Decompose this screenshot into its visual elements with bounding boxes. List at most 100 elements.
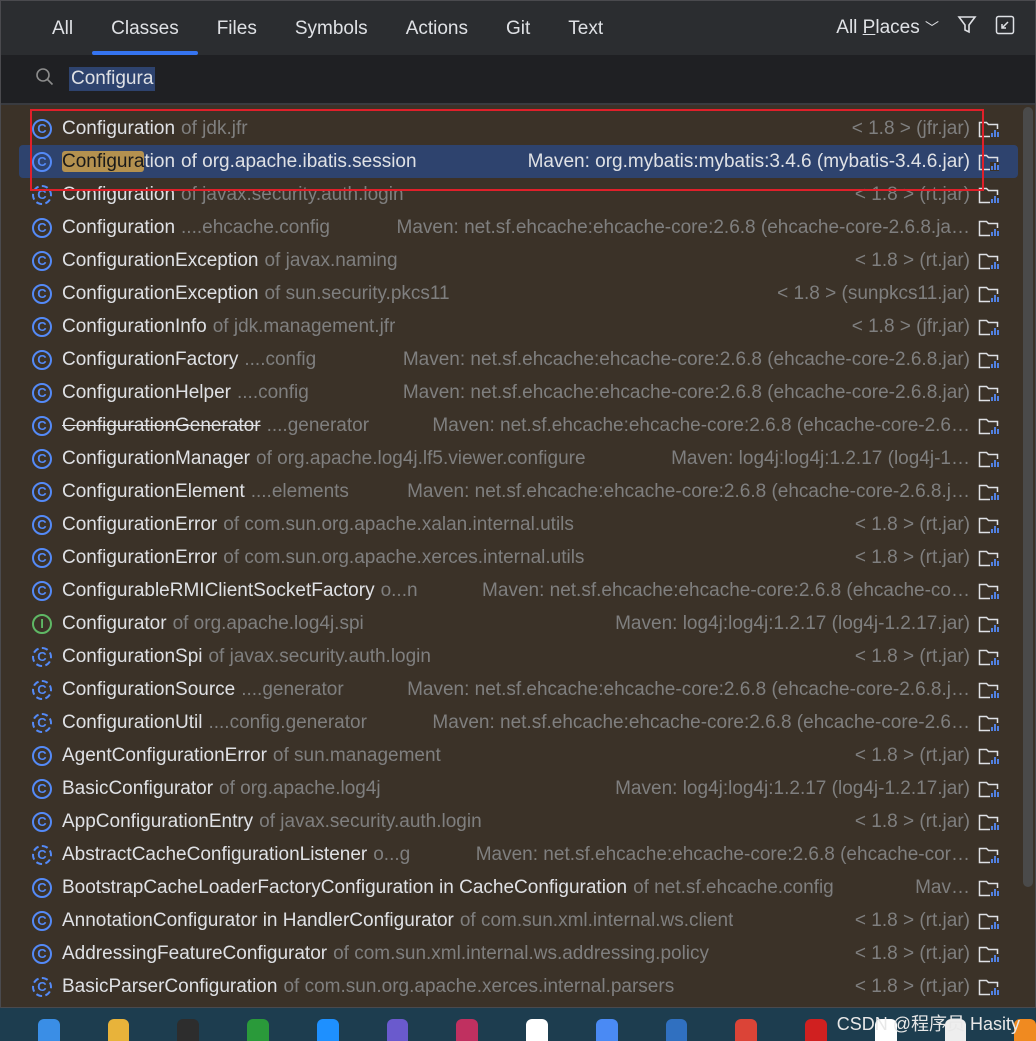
result-row[interactable]: C BasicParserConfiguration of com.sun.org.… xyxy=(1,970,1018,1003)
result-row[interactable]: C BasicConfigurator of org.apache.log4j Mav… xyxy=(1,772,1018,805)
result-name: Configuration xyxy=(62,216,176,238)
qq-icon[interactable] xyxy=(456,1019,479,1041)
result-package: of com.sun.xml.internal.ws.addressing.po… xyxy=(333,942,710,964)
library-folder-icon xyxy=(978,779,1000,799)
chrome-icon[interactable] xyxy=(665,1019,688,1041)
result-row[interactable]: I Configurator of org.apache.log4j.spi Mave… xyxy=(1,607,1018,640)
class-icon: C xyxy=(32,910,52,931)
result-row[interactable]: C ConfigurableRMIClientSocketFactory o...n… xyxy=(1,574,1018,607)
class-icon: C xyxy=(32,745,52,766)
result-location: < 1.8 > (rt.jar) xyxy=(854,909,970,931)
result-row[interactable]: C AbstractCacheConfigurationListener o...g… xyxy=(1,838,1018,871)
result-row[interactable]: C ConfigurationUtil ....config.generator Ma… xyxy=(1,706,1018,739)
result-row[interactable]: C ConfigurationException of javax.naming < … xyxy=(1,244,1018,277)
class-icon: C xyxy=(32,382,52,403)
result-row[interactable]: C ConfigurationHelper ....config Maven: net… xyxy=(1,376,1018,409)
result-row[interactable]: C Configuration of javax.security.auth.log… xyxy=(1,178,1018,211)
library-folder-icon xyxy=(978,515,1000,535)
search-input[interactable]: Configura xyxy=(69,67,156,91)
result-row[interactable]: C BootstrapCacheLoaderFactoryConfiguratio… xyxy=(1,871,1018,904)
result-package: of org.apache.log4j.spi xyxy=(172,612,364,634)
watermark: CSDN @程序员 Hasity xyxy=(836,1014,1020,1034)
library-folder-icon xyxy=(978,284,1000,304)
result-location: Maven: log4j:log4j:1.2.17 (log4j-1… xyxy=(671,447,970,469)
library-folder-icon xyxy=(978,119,1000,139)
search-everywhere-popup: All Classes Files Symbols Actions Git Text All… xyxy=(0,0,1036,1008)
class-icon: C xyxy=(32,151,52,172)
result-package: ....generator xyxy=(241,678,344,700)
library-folder-icon xyxy=(978,647,1000,667)
library-folder-icon xyxy=(978,416,1000,436)
result-row[interactable]: C AddressingFeatureConfigurator of com.sun… xyxy=(1,937,1018,970)
file-explorer-icon[interactable] xyxy=(38,1019,60,1041)
result-name: AppConfigurationEntry xyxy=(62,810,254,832)
result-row[interactable]: C ConfigurationError of com.sun.org.apache… xyxy=(1,541,1018,574)
scope-dropdown[interactable]: All Places ﹀ xyxy=(836,17,939,39)
library-folder-icon xyxy=(978,185,1000,205)
result-row[interactable]: C Configuration of jdk.jfr < 1.8 > (jfr.jar… xyxy=(1,112,1018,145)
class-icon: C xyxy=(32,250,52,271)
result-row[interactable]: C ConfigurationException of sun.security.p… xyxy=(1,277,1018,310)
result-name: ConfigurationSpi xyxy=(62,645,203,667)
tab-all[interactable]: All xyxy=(33,1,92,55)
intellij-icon[interactable] xyxy=(386,1019,409,1041)
class-icon: C xyxy=(32,646,52,667)
app-icon[interactable] xyxy=(526,1019,548,1041)
open-in-window-icon[interactable] xyxy=(995,15,1015,41)
library-folder-icon xyxy=(978,548,1000,568)
library-folder-icon xyxy=(978,680,1000,700)
result-row[interactable]: C AppConfigurationEntry of javax.security.… xyxy=(1,805,1018,838)
class-icon: C xyxy=(32,316,52,337)
result-package: of javax.naming xyxy=(264,249,398,271)
app-icon[interactable] xyxy=(595,1019,618,1041)
class-icon: C xyxy=(32,415,52,436)
result-row[interactable]: C ConfigurationFactory ....config Maven: ne… xyxy=(1,343,1018,376)
app-icon[interactable] xyxy=(735,1019,758,1041)
result-location: < 1.8 > (rt.jar) xyxy=(854,810,970,832)
result-row[interactable]: C Configuration ....ehcache.config Maven: n… xyxy=(1,211,1018,244)
result-row[interactable]: C ConfigurationSource ....generator Maven: … xyxy=(1,673,1018,706)
app-icon[interactable] xyxy=(316,1019,339,1041)
result-row[interactable]: C ConfigurationInfo of jdk.management.jfr <… xyxy=(1,310,1018,343)
result-row[interactable]: C ConfigurationSpi of javax.security.auth.… xyxy=(1,640,1018,673)
library-folder-icon xyxy=(978,152,1000,172)
result-package: of javax.security.auth.login xyxy=(208,645,431,667)
result-location: < 1.8 > (sunpkcs11.jar) xyxy=(777,282,970,304)
result-package: ....ehcache.config xyxy=(181,216,330,238)
class-icon: C xyxy=(32,349,52,370)
result-package: of net.sf.ehcache.config xyxy=(633,876,834,898)
library-folder-icon xyxy=(978,317,1000,337)
class-icon: C xyxy=(32,976,52,997)
tab-git[interactable]: Git xyxy=(487,1,549,55)
library-folder-icon xyxy=(978,845,1000,865)
library-folder-icon xyxy=(978,482,1000,502)
result-row[interactable]: C AnnotationConfigurator in HandlerConfig… xyxy=(1,904,1018,937)
filter-icon[interactable] xyxy=(957,15,977,41)
scrollbar[interactable] xyxy=(1023,107,1033,887)
translate-icon[interactable] xyxy=(247,1019,269,1041)
tab-text[interactable]: Text xyxy=(549,1,622,55)
result-row[interactable]: C ConfigurationElement ....elements Maven: … xyxy=(1,475,1018,508)
result-row[interactable]: C AgentConfigurationError of sun.managemen… xyxy=(1,739,1018,772)
search-field[interactable]: Configura xyxy=(1,55,1035,105)
result-package: o...n xyxy=(380,579,418,601)
result-row[interactable]: C ConfigurationGenerator ....generator Mave… xyxy=(1,409,1018,442)
result-location: Maven: net.sf.ehcache:ehcache-core:2.6.8… xyxy=(407,480,970,502)
result-row[interactable]: C Configuration of org.apache.ibatis.sessi… xyxy=(19,145,1018,178)
app-icon[interactable] xyxy=(107,1019,130,1041)
result-location: < 1.8 > (rt.jar) xyxy=(854,942,970,964)
tab-files[interactable]: Files xyxy=(198,1,276,55)
tab-classes[interactable]: Classes xyxy=(92,1,198,55)
result-location: < 1.8 > (rt.jar) xyxy=(854,546,970,568)
library-folder-icon xyxy=(978,251,1000,271)
app-icon[interactable] xyxy=(177,1019,200,1041)
result-location: Maven: log4j:log4j:1.2.17 (log4j-1.2.17.… xyxy=(615,612,970,634)
result-row[interactable]: C ConfigurationManager of org.apache.log4j… xyxy=(1,442,1018,475)
result-row[interactable]: C ConfigurationError of com.sun.org.apache… xyxy=(1,508,1018,541)
tab-symbols[interactable]: Symbols xyxy=(276,1,387,55)
result-name: ConfigurationUtil xyxy=(62,711,203,733)
result-name: AnnotationConfigurator in HandlerConfigu… xyxy=(62,909,454,931)
result-location: Maven: net.sf.ehcache:ehcache-core:2.6.8… xyxy=(432,711,970,733)
tab-actions[interactable]: Actions xyxy=(387,1,487,55)
app-icon[interactable] xyxy=(805,1019,827,1041)
